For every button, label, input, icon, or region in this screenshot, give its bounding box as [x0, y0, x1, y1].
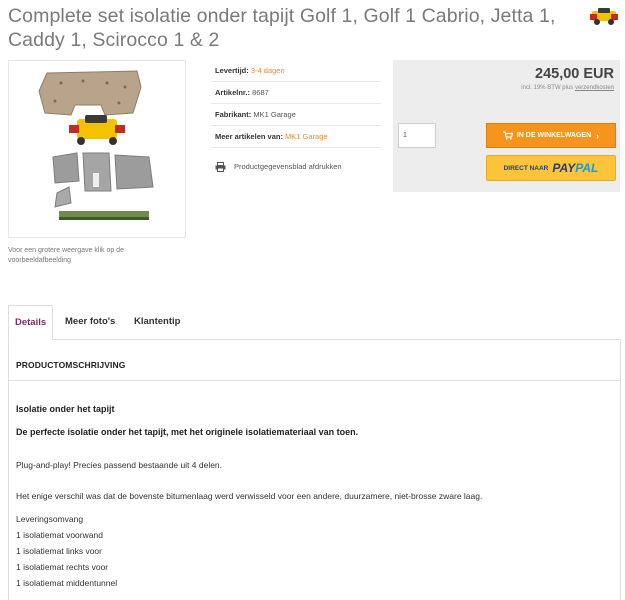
scope-item: 1 isolatiemat links voor — [16, 546, 102, 556]
description-paragraph: Het enige verschil was dat de bovenste b… — [16, 491, 483, 501]
attr-value: 8687 — [252, 88, 269, 97]
paypal-checkout-button[interactable]: DIRECT NAAR PAY PAL — [486, 155, 616, 181]
description-subtitle: Isolatie onder het tapijt — [16, 404, 115, 414]
add-to-cart-button[interactable]: IN DE WINKELWAGEN › — [486, 123, 616, 148]
attr-manufacturer: Fabrikant: MK1 Garage — [211, 104, 381, 126]
paypal-logo-pay: PAY — [552, 161, 576, 175]
attr-label: Levertijd: — [215, 66, 249, 75]
attr-value: MK1 Garage — [253, 110, 296, 119]
tab-customer-tip[interactable]: Klantentip — [128, 305, 186, 340]
page-title: Complete set isolatie onder tapijt Golf … — [8, 5, 556, 51]
vat-note: incl. 19% BTW plus verzendkosten — [521, 85, 614, 91]
product-tabs: Details Meer foto's Klantentip — [8, 305, 621, 340]
cart-icon — [502, 131, 513, 140]
attr-more-from: Meer artikelen van: MK1 Garage — [211, 126, 381, 148]
product-price: 245,00 EUR — [535, 66, 614, 82]
product-image[interactable] — [8, 60, 186, 238]
delivery-time-link[interactable]: 3-4 dagen — [251, 66, 285, 75]
attr-label: Meer artikelen van: — [215, 132, 283, 141]
product-attributes: Levertijd: 3-4 dagen Artikelnr.: 8687 Fa… — [211, 60, 381, 178]
scope-item: 1 isolatiemat rechts voor — [16, 562, 109, 572]
paypal-prefix: DIRECT NAAR — [503, 164, 549, 172]
print-datasheet-link[interactable]: Productgegevensblad afdrukken — [211, 156, 381, 178]
attr-delivery-time: Levertijd: 3-4 dagen — [211, 60, 381, 82]
description-tagline: De perfecte isolatie onder het tapijt, m… — [16, 427, 359, 437]
attr-label: Artikelnr.: — [215, 88, 251, 97]
attr-label: Fabrikant: — [215, 110, 252, 119]
print-label: Productgegevensblad afdrukken — [234, 162, 342, 171]
cart-label: IN DE WINKELWAGEN — [516, 132, 592, 139]
manufacturer-link[interactable]: MK1 Garage — [285, 132, 328, 141]
tab-details[interactable]: Details — [8, 305, 54, 340]
image-zoom-hint: Voor een grotere weergave klik op de voo… — [8, 247, 124, 264]
vat-text: incl. 19% BTW plus — [521, 85, 575, 91]
divider — [9, 380, 620, 381]
printer-icon — [215, 162, 226, 172]
shop-logo-icon — [590, 8, 618, 25]
paypal-logo-pal: PAL — [575, 161, 599, 175]
chevron-right-icon: › — [596, 130, 600, 141]
description-heading: PRODUCTOMSCHRIJVING — [16, 360, 126, 370]
scope-item: 1 isolatiemat middentunnel — [16, 578, 118, 588]
product-photo — [38, 70, 154, 220]
attr-article-number: Artikelnr.: 8687 — [211, 82, 381, 104]
tab-more-photos[interactable]: Meer foto's — [59, 305, 121, 340]
shipping-costs-link[interactable]: verzendkosten — [575, 85, 614, 91]
scope-heading: Leveringsomvang — [16, 514, 84, 524]
buy-box: 245,00 EUR incl. 19% BTW plus verzendkos… — [393, 60, 620, 192]
description-paragraph: Plug-and-play! Precies passend bestaande… — [16, 460, 223, 470]
quantity-input[interactable]: 1 — [398, 123, 436, 148]
details-panel: PRODUCTOMSCHRIJVING Isolatie onder het t… — [8, 339, 621, 600]
scope-item: 1 isolatiemat voorwand — [16, 530, 103, 540]
